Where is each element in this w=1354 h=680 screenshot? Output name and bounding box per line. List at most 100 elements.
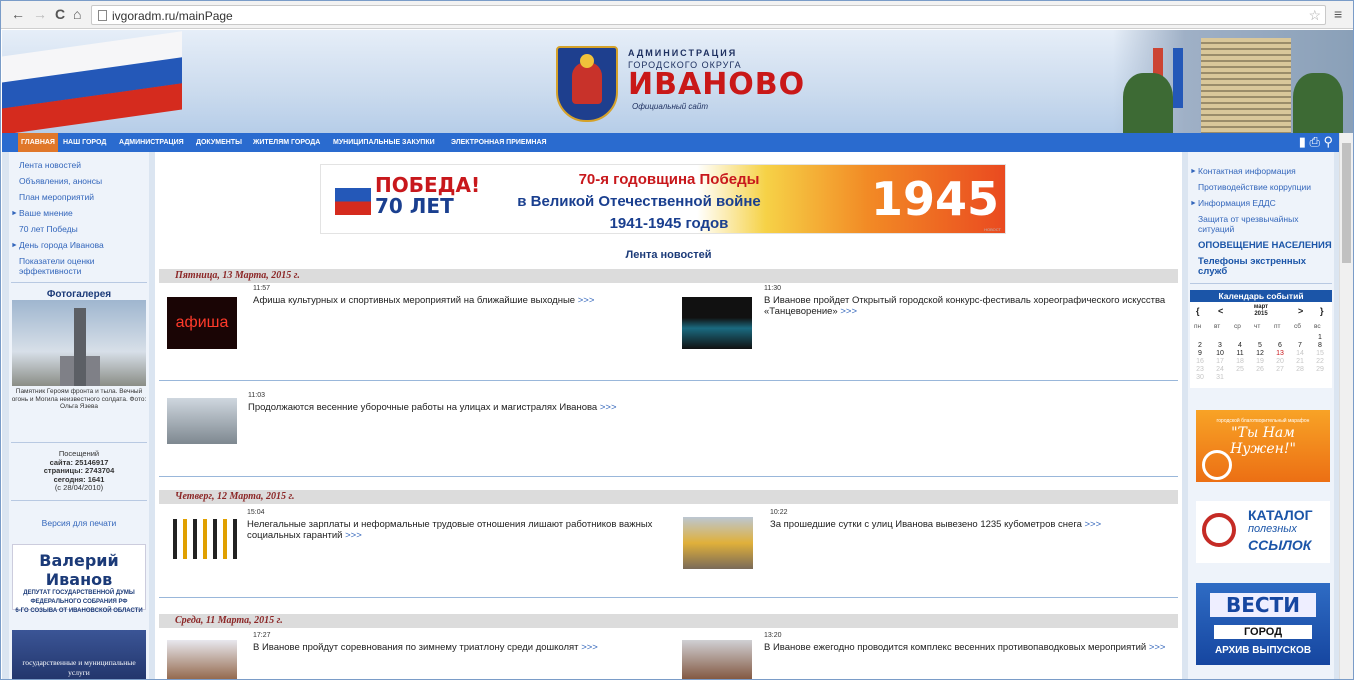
nav-item-main[interactable]: ГЛАВНАЯ	[18, 133, 58, 152]
news-more-link[interactable]: >>>	[1085, 519, 1102, 530]
news-headline[interactable]: В Иванове пройдут соревнования по зимнем…	[253, 642, 579, 653]
news-headline[interactable]: Нелегальные зарплаты и неформальные труд…	[247, 519, 652, 541]
news-item[interactable]: 11:03 Продолжаются весенние уборочные ра…	[167, 392, 667, 452]
nav-item-administration[interactable]: АДМИНИСТРАЦИЯ	[119, 133, 184, 152]
page-scrollbar[interactable]	[1339, 133, 1353, 679]
news-thumbnail[interactable]	[683, 517, 753, 569]
left-link-announcements[interactable]: Объявления, анонсы	[19, 176, 102, 186]
gov-services-banner[interactable]: государственные и муниципальные услуги	[12, 630, 146, 679]
news-time: 17:27	[253, 632, 271, 639]
news-text[interactable]: Нелегальные зарплаты и неформальные труд…	[247, 519, 657, 541]
news-item[interactable]: афиша 11:57 Афиша культурных и спортивны…	[167, 285, 667, 349]
news-headline[interactable]: Афиша культурных и спортивных мероприяти…	[253, 295, 575, 306]
news-headline[interactable]: В Иванове ежегодно проводится комплекс в…	[764, 642, 1146, 653]
nav-item-documents[interactable]: ДОКУМЕНТЫ	[196, 133, 242, 152]
news-divider	[159, 476, 1178, 477]
news-text[interactable]: В Иванове ежегодно проводится комплекс в…	[764, 642, 1174, 653]
deputy-name: Валерий Иванов	[39, 551, 119, 589]
calendar-day: 21	[1296, 358, 1304, 365]
nav-tools-icons[interactable]: ▮ ⎙ ⚲	[1299, 135, 1333, 149]
news-item[interactable]: 17:27 В Иванове пройдут соревнования по …	[167, 632, 667, 679]
news-more-link[interactable]: >>>	[840, 306, 857, 317]
right-link-edds[interactable]: Информация ЕДДС	[1198, 198, 1276, 208]
news-item[interactable]: 13:20 В Иванове ежегодно проводится комп…	[682, 632, 1182, 679]
useful-links-catalog[interactable]: КАТАЛОГ полезных ССЫЛОК	[1196, 501, 1330, 563]
news-thumbnail[interactable]	[167, 398, 237, 444]
news-item[interactable]: 10:22 За прошедшие сутки с улиц Иванова …	[683, 509, 1183, 569]
left-link-opinion[interactable]: Ваше мнение	[19, 208, 73, 218]
left-link-victory-70[interactable]: 70 лет Победы	[19, 224, 78, 234]
news-thumbnail[interactable]	[167, 519, 237, 559]
vesti-archive-banner[interactable]: ВЕСТИ ГОРОД АРХИВ ВЫПУСКОВ	[1196, 583, 1330, 665]
calendar-next-year[interactable]: }	[1320, 306, 1324, 316]
forward-icon[interactable]: →	[33, 6, 47, 22]
scrollbar-thumb[interactable]	[1342, 143, 1351, 263]
site-brand[interactable]: АДМИНИСТРАЦИЯ ГОРОДСКОГО ОКРУГА ИВАНОВО …	[628, 48, 805, 111]
news-more-link[interactable]: >>>	[600, 402, 617, 413]
calendar-day: 28	[1296, 366, 1304, 373]
news-feed-title[interactable]: Лента новостей	[155, 249, 1182, 261]
news-text[interactable]: Афиша культурных и спортивных мероприяти…	[253, 295, 663, 306]
home-icon[interactable]: ⌂	[73, 6, 81, 22]
news-more-link[interactable]: >>>	[578, 295, 595, 306]
calendar-day[interactable]: 1	[1310, 334, 1330, 342]
news-item[interactable]: 15:04 Нелегальные зарплаты и неформальны…	[167, 509, 667, 569]
news-text[interactable]: В Иванове пройдет Открытый городской кон…	[764, 295, 1174, 317]
calendar-day[interactable]: 4	[1230, 342, 1250, 350]
news-thumbnail[interactable]	[682, 297, 752, 349]
news-thumbnail[interactable]	[167, 640, 237, 679]
left-link-performance[interactable]: Показатели оценки эффективности	[19, 256, 139, 276]
print-version-link[interactable]: Версия для печати	[9, 518, 149, 528]
victory-banner[interactable]: ПОБЕДА! 70 ЛЕТ 70-я годовщина Победы в В…	[320, 164, 1006, 234]
calendar-day[interactable]: 10	[1210, 350, 1230, 358]
calendar-day[interactable]: 9	[1190, 350, 1210, 358]
news-text[interactable]: Продолжаются весенние уборочные работы н…	[248, 402, 658, 413]
back-icon[interactable]: ←	[11, 6, 25, 22]
right-link-anticorruption[interactable]: Противодействие коррупции	[1198, 182, 1311, 192]
calendar-day[interactable]: 13	[1270, 350, 1290, 358]
calendar-day[interactable]: 6	[1270, 342, 1290, 350]
nav-item-procurement[interactable]: МУНИЦИПАЛЬНЫЕ ЗАКУПКИ	[333, 133, 435, 152]
nav-item-our-city[interactable]: НАШ ГОРОД	[63, 133, 106, 152]
calendar-day[interactable]: 5	[1250, 342, 1270, 350]
left-link-news[interactable]: Лента новостей	[19, 160, 81, 170]
news-thumbnail[interactable]	[682, 640, 752, 679]
calendar-day[interactable]: 8	[1310, 342, 1330, 350]
calendar-prev-year[interactable]: {	[1196, 306, 1200, 316]
calendar-day[interactable]: 7	[1290, 342, 1310, 350]
right-link-alerts[interactable]: ОПОВЕЩЕНИЕ НАСЕЛЕНИЯ	[1198, 241, 1332, 251]
you-are-needed-banner[interactable]: городской благотворительный марафон "Ты …	[1196, 410, 1330, 482]
news-item[interactable]: 11:30 В Иванове пройдет Открытый городск…	[682, 285, 1182, 349]
left-link-events[interactable]: План мероприятий	[19, 192, 94, 202]
calendar-next-month[interactable]: >	[1298, 306, 1303, 316]
calendar-day[interactable]: 12	[1250, 350, 1270, 358]
gallery-photo[interactable]	[12, 300, 146, 386]
news-more-link[interactable]: >>>	[345, 530, 362, 541]
reload-icon[interactable]: C	[55, 6, 65, 22]
news-headline[interactable]: Продолжаются весенние уборочные работы н…	[248, 402, 597, 413]
calendar-day[interactable]: 2	[1190, 342, 1210, 350]
right-link-contacts[interactable]: Контактная информация	[1198, 166, 1296, 176]
coat-of-arms-logo[interactable]	[556, 46, 618, 122]
bookmark-star-icon[interactable]: ☆	[1308, 7, 1321, 24]
nav-item-reception[interactable]: ЭЛЕКТРОННАЯ ПРИЕМНАЯ	[451, 133, 547, 152]
news-headline[interactable]: В Иванове пройдет Открытый городской кон…	[764, 295, 1165, 317]
nav-item-residents[interactable]: ЖИТЕЛЯМ ГОРОДА	[253, 133, 320, 152]
deputy-banner[interactable]: Валерий Иванов ДЕПУТАТ ГОСУДАРСТВЕННОЙ Д…	[12, 544, 146, 614]
site-header: АДМИНИСТРАЦИЯ ГОРОДСКОГО ОКРУГА ИВАНОВО …	[2, 30, 1353, 133]
left-link-city-day[interactable]: День города Иванова	[19, 240, 104, 250]
url-text: ivgoradm.ru/mainPage	[112, 9, 233, 23]
calendar-day[interactable]: 3	[1210, 342, 1230, 350]
news-thumbnail[interactable]: афиша	[167, 297, 237, 349]
right-link-emergency-protection[interactable]: Защита от чрезвычайных ситуаций	[1198, 214, 1322, 234]
news-more-link[interactable]: >>>	[581, 642, 598, 653]
calendar-prev-month[interactable]: <	[1218, 306, 1223, 316]
calendar-day[interactable]: 11	[1230, 350, 1250, 358]
address-bar[interactable]: ivgoradm.ru/mainPage ☆	[91, 5, 1326, 25]
right-link-emergency-phones[interactable]: Телефоны экстренных служб	[1198, 257, 1326, 277]
news-text[interactable]: За прошедшие сутки с улиц Иванова вывезе…	[770, 519, 1180, 530]
news-more-link[interactable]: >>>	[1149, 642, 1166, 653]
news-headline[interactable]: За прошедшие сутки с улиц Иванова вывезе…	[770, 519, 1082, 530]
browser-menu-icon[interactable]: ≡	[1334, 6, 1342, 22]
news-text[interactable]: В Иванове пройдут соревнования по зимнем…	[253, 642, 663, 653]
